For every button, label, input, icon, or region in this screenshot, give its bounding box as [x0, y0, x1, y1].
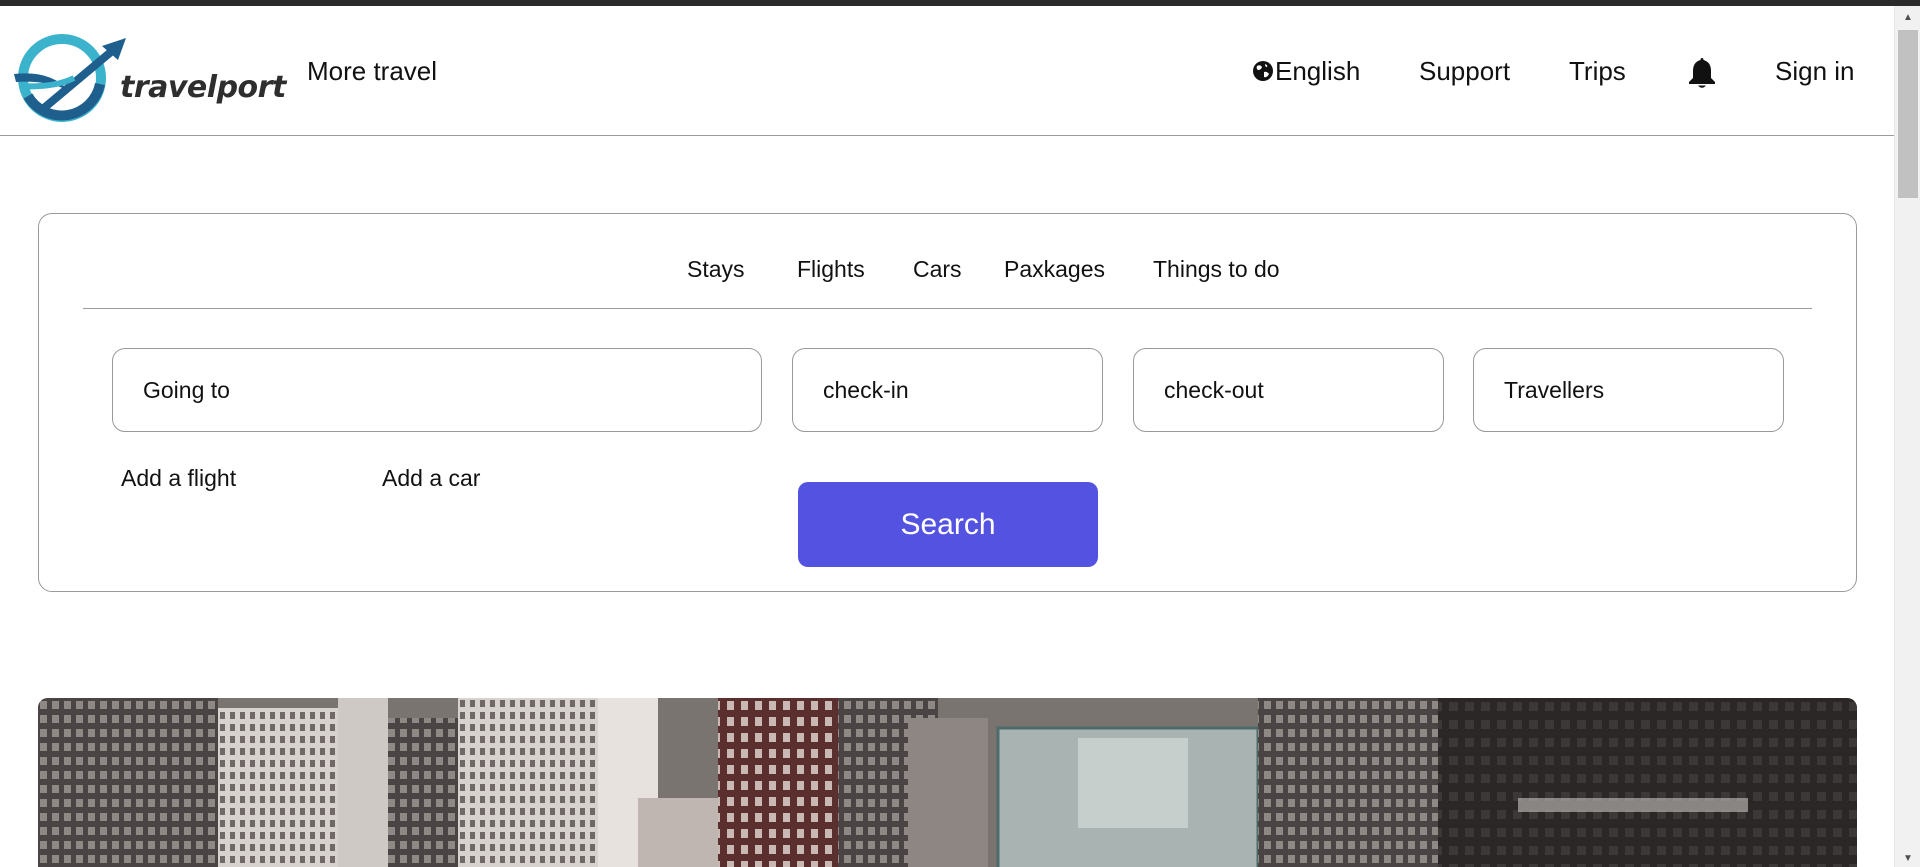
logo-mark-icon [14, 34, 126, 122]
vertical-scrollbar[interactable]: ▲ ▼ [1894, 6, 1920, 867]
travelport-logo[interactable]: travelport [14, 30, 286, 122]
city-skyline-image [38, 698, 1857, 867]
scroll-thumb[interactable] [1898, 30, 1918, 198]
globe-icon [1253, 61, 1273, 81]
travellers-input[interactable] [1473, 348, 1784, 432]
tab-cars[interactable]: Cars [913, 255, 962, 283]
tab-stays[interactable]: Stays [687, 255, 745, 283]
add-flight-link[interactable]: Add a flight [121, 464, 236, 492]
check-out-input[interactable] [1133, 348, 1444, 432]
check-in-input[interactable] [792, 348, 1103, 432]
going-to-input[interactable] [112, 348, 762, 432]
site-header: travelport More travel English Support T… [0, 6, 1894, 136]
page: travelport More travel English Support T… [0, 6, 1894, 867]
trips-link[interactable]: Trips [1569, 56, 1626, 86]
logo-wordmark: travelport [120, 70, 286, 105]
tab-things-to-do[interactable]: Things to do [1153, 255, 1280, 283]
hero-city-image [38, 698, 1857, 867]
language-label: English [1275, 56, 1361, 86]
bell-icon [1689, 58, 1715, 88]
tab-flights[interactable]: Flights [797, 255, 865, 283]
scroll-up-arrow-icon[interactable]: ▲ [1895, 8, 1920, 26]
support-link[interactable]: Support [1419, 56, 1510, 86]
add-car-link[interactable]: Add a car [382, 464, 480, 492]
more-travel-link[interactable]: More travel [307, 56, 437, 86]
search-button[interactable]: Search [798, 482, 1098, 567]
language-selector[interactable]: English [1252, 56, 1360, 86]
search-tabs: Stays Flights Cars Paxkages Things to do [83, 214, 1812, 309]
notifications-button[interactable] [1686, 56, 1718, 90]
sign-in-link[interactable]: Sign in [1775, 56, 1855, 86]
scroll-down-arrow-icon[interactable]: ▼ [1895, 849, 1920, 867]
tab-packages[interactable]: Paxkages [1004, 255, 1105, 283]
search-card: Stays Flights Cars Paxkages Things to do… [38, 213, 1857, 592]
